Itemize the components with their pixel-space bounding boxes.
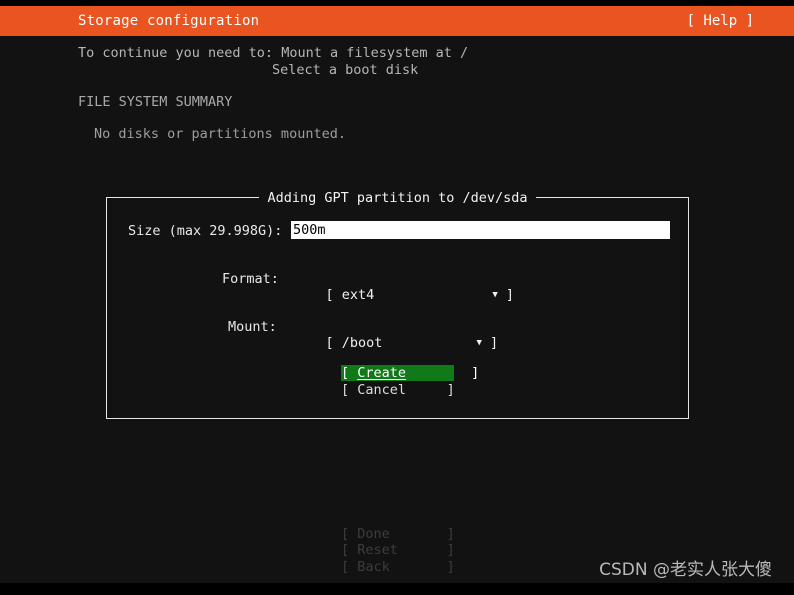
format-select[interactable]: [ ext4 ▼ ] — [293, 271, 515, 319]
file-system-summary-body: No disks or partitions mounted. — [94, 126, 346, 142]
mount-selected-value: /boot — [341, 335, 383, 351]
create-button-label: Create — [357, 365, 407, 381]
reset-button[interactable]: [ Reset ] — [341, 542, 455, 558]
create-button[interactable]: [ Create ] — [341, 365, 479, 381]
mount-field-label: Mount: — [228, 319, 277, 335]
done-button[interactable]: [ Done ] — [341, 526, 455, 542]
size-field-label: Size (max 29.998G): — [128, 223, 283, 239]
create-close-bracket: ] — [406, 365, 480, 381]
format-open-bracket: [ — [325, 287, 334, 303]
watermark: CSDN @老实人张大傻 — [599, 560, 772, 580]
create-open-bracket: [ — [341, 365, 358, 381]
terminal-screen: Storage configuration [ Help ] To contin… — [0, 0, 794, 595]
continue-requirement-line-1: To continue you need to: Mount a filesys… — [78, 45, 469, 61]
screen-bottom-border — [0, 583, 794, 595]
mount-select[interactable]: [ /boot ▼ ] — [293, 319, 499, 367]
header-bar: Storage configuration [ Help ] — [0, 6, 794, 36]
format-field-label: Format: — [222, 271, 279, 287]
format-close-bracket: ] — [505, 287, 515, 303]
size-input[interactable] — [291, 221, 670, 239]
cancel-button[interactable]: [ Cancel ] — [341, 382, 455, 398]
continue-requirement-line-2: Select a boot disk — [272, 62, 419, 78]
format-selected-value: ext4 — [341, 287, 375, 303]
mount-open-bracket: [ — [325, 335, 334, 351]
help-button[interactable]: [ Help ] — [687, 13, 754, 29]
back-button[interactable]: [ Back ] — [341, 559, 455, 575]
file-system-summary-heading: FILE SYSTEM SUMMARY — [78, 94, 233, 110]
mount-close-bracket: ] — [490, 335, 499, 351]
page-title: Storage configuration — [78, 13, 260, 29]
